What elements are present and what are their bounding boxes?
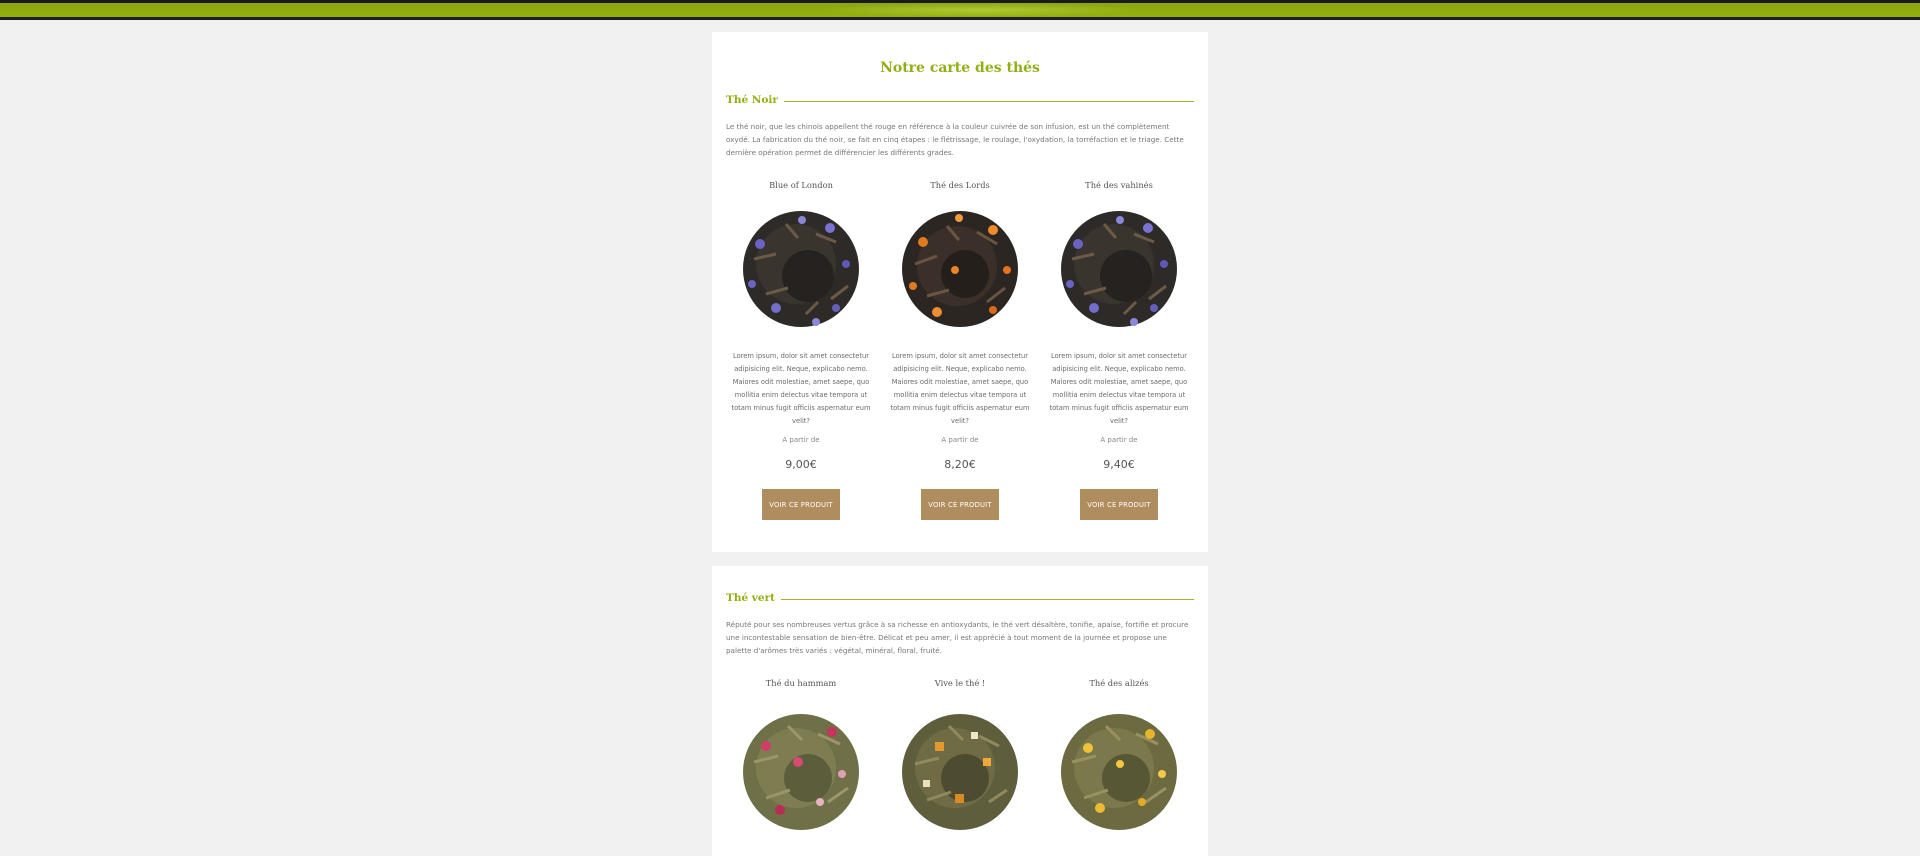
product-name: Vive le thé ! <box>934 678 986 688</box>
product-name: Blue of London <box>769 180 833 190</box>
product-price: 8,20€ <box>944 458 976 471</box>
section-description: Le thé noir, que les chinois appellent t… <box>726 122 1184 157</box>
section-header-black-tea: Thé Noir <box>726 94 1194 110</box>
product-name: Thé du hammam <box>765 678 837 688</box>
product-card: Blue of London Lorem ipsum, dolor sit am… <box>726 178 876 520</box>
price-prefix: A partir de <box>1100 436 1138 444</box>
black-tea-blue-flowers-icon[interactable] <box>736 204 866 334</box>
section-description: Réputé pour ses nombreuses vertus grâce … <box>726 620 1189 655</box>
price-prefix: A partir de <box>941 436 979 444</box>
view-product-button[interactable]: VOIR CE PRODUIT <box>1080 489 1158 520</box>
section-title: Thé vert <box>726 592 781 604</box>
tea-menu-card-black: Notre carte des thés Thé Noir Le thé noi… <box>712 32 1208 552</box>
view-product-button[interactable]: VOIR CE PRODUIT <box>762 489 840 520</box>
green-tea-rose-petals-icon[interactable] <box>736 702 866 832</box>
section-title: Thé Noir <box>726 94 784 106</box>
product-price: 9,00€ <box>785 458 817 471</box>
product-name: Thé des Lords <box>930 180 990 190</box>
green-tea-yellow-petals-icon[interactable] <box>1054 702 1184 832</box>
view-product-button[interactable]: VOIR CE PRODUIT <box>921 489 999 520</box>
product-card: Thé du hammam <box>726 676 876 832</box>
product-name: Thé des vahinés <box>1085 180 1153 190</box>
header-leaf-image <box>820 3 1140 17</box>
black-tea-blue-flowers-icon[interactable] <box>1054 204 1184 334</box>
black-tea-orange-petals-icon[interactable] <box>895 204 1025 334</box>
product-price: 9,40€ <box>1103 458 1135 471</box>
product-card: Thé des vahinés Lorem ipsum, dolor sit a… <box>1044 178 1194 520</box>
section-divider <box>766 599 1194 600</box>
product-card: Thé des Lords Lorem ipsum, dolor sit ame… <box>885 178 1035 520</box>
tea-menu-card-green: Thé vert Réputé pour ses nombreuses vert… <box>712 566 1208 856</box>
price-prefix: A partir de <box>782 436 820 444</box>
section-divider <box>766 101 1194 102</box>
green-tea-orange-pieces-icon[interactable] <box>895 702 1025 832</box>
product-card: Thé des alizés <box>1044 676 1194 832</box>
product-description: Lorem ipsum, dolor sit amet consectetur … <box>1049 352 1189 425</box>
product-name: Thé des alizés <box>1089 678 1149 688</box>
page-title: Notre carte des thés <box>880 60 1040 76</box>
section-header-green-tea: Thé vert <box>726 592 1194 608</box>
product-card: Vive le thé ! <box>885 676 1035 832</box>
product-description: Lorem ipsum, dolor sit amet consectetur … <box>731 352 871 425</box>
top-header-bar <box>0 0 1920 20</box>
product-description: Lorem ipsum, dolor sit amet consectetur … <box>890 352 1030 425</box>
